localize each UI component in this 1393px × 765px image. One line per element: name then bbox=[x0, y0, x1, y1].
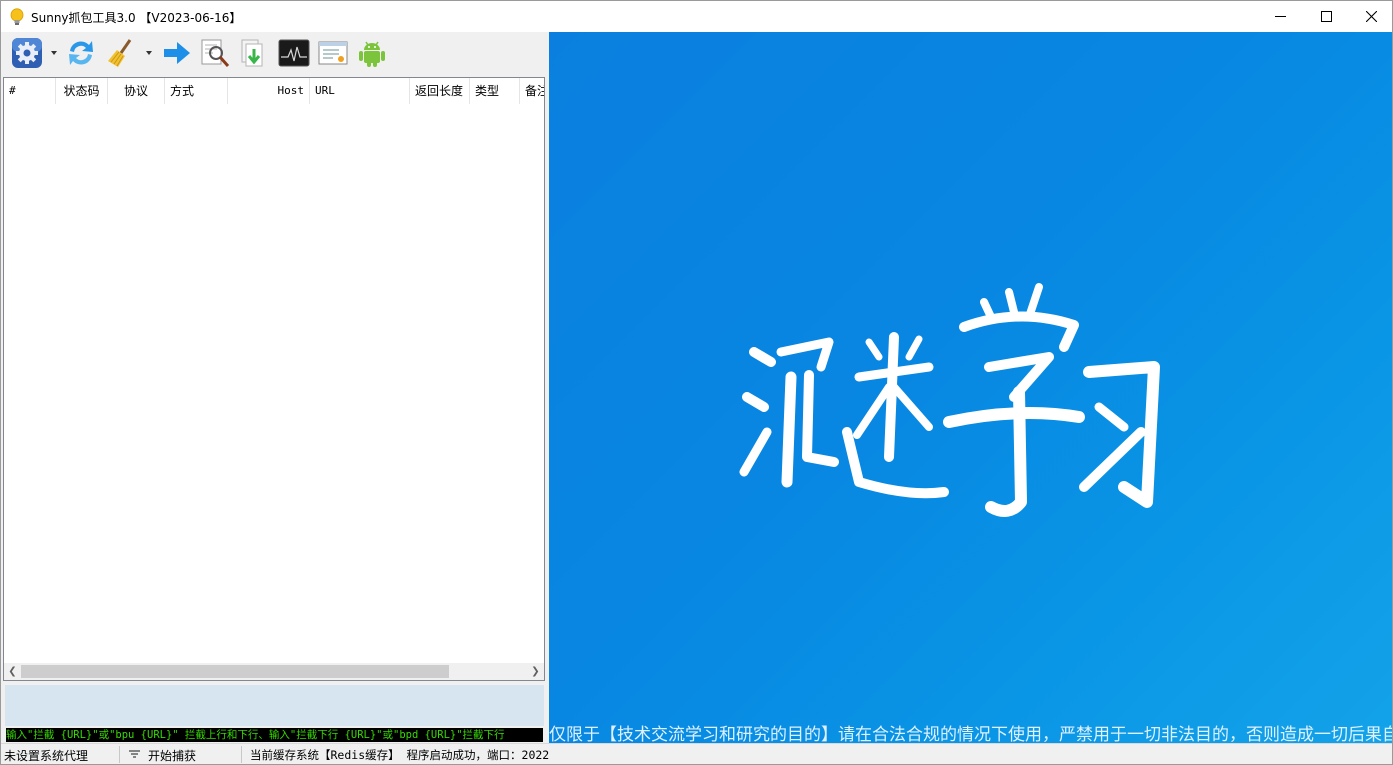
calligraphy-logo bbox=[739, 283, 1160, 517]
download-button[interactable] bbox=[238, 37, 270, 69]
horizontal-scrollbar[interactable]: ❮ ❯ bbox=[4, 663, 544, 680]
status-bar: 未设置系统代理 开始捕获 当前缓存系统【Redis缓存】 程序启动成功，端口：2… bbox=[1, 743, 1392, 764]
disclaimer-text: 仅限于【技术交流学习和研究的目的】请在合法合规的情况下使用，严禁用于一切非法目的… bbox=[549, 725, 1392, 743]
android-button[interactable] bbox=[356, 37, 388, 69]
col-header-protocol[interactable]: 协议 bbox=[108, 78, 165, 104]
list-header: # 状态码 协议 方式 Host URL 返回长度 类型 备注 bbox=[4, 78, 544, 104]
command-input[interactable]: 输入"拦截 {URL}"或"bpu {URL}" 拦截上行和下行、输入"拦截下行… bbox=[6, 728, 543, 742]
filter-panel[interactable] bbox=[5, 685, 544, 726]
magnifier-icon bbox=[201, 39, 230, 67]
settings-button[interactable] bbox=[11, 37, 43, 69]
col-header-type[interactable]: 类型 bbox=[470, 78, 520, 104]
refresh-button[interactable] bbox=[65, 37, 97, 69]
search-button[interactable] bbox=[199, 37, 231, 69]
lightbulb-icon bbox=[10, 8, 24, 25]
refresh-icon bbox=[69, 41, 93, 65]
col-header-remark[interactable]: 备注 bbox=[520, 78, 544, 104]
window-title: Sunny抓包工具3.0 【V2023-06-16】 bbox=[31, 11, 242, 25]
splash-panel: 仅限于【技术交流学习和研究的目的】请在合法合规的情况下使用，严禁用于一切非法目的… bbox=[549, 32, 1392, 743]
status-info: 当前缓存系统【Redis缓存】 程序启动成功，端口：2022 bbox=[250, 748, 550, 762]
monitor-icon bbox=[278, 39, 310, 67]
status-divider bbox=[119, 746, 120, 763]
capture-toggle[interactable]: 开始捕获 bbox=[148, 747, 196, 764]
col-header-status[interactable]: 状态码 bbox=[56, 78, 108, 104]
toolbar bbox=[1, 32, 549, 77]
clear-dropdown-icon[interactable] bbox=[145, 49, 153, 57]
col-header-method[interactable]: 方式 bbox=[165, 78, 228, 104]
title-bar: Sunny抓包工具3.0 【V2023-06-16】 bbox=[1, 1, 1392, 32]
forward-button[interactable] bbox=[161, 37, 193, 69]
close-button[interactable] bbox=[1348, 1, 1393, 32]
certificate-button[interactable] bbox=[317, 37, 349, 69]
filter-icon bbox=[129, 750, 140, 758]
app-window: Sunny抓包工具3.0 【V2023-06-16】 # 状态码 协议 方式 H… bbox=[0, 0, 1393, 765]
monitor-button[interactable] bbox=[278, 37, 310, 69]
minimize-button[interactable] bbox=[1257, 1, 1303, 32]
clear-button[interactable] bbox=[105, 37, 137, 69]
status-divider bbox=[241, 746, 242, 763]
maximize-icon bbox=[1320, 11, 1332, 22]
broom-icon bbox=[108, 39, 132, 67]
settings-dropdown-icon[interactable] bbox=[50, 49, 58, 57]
col-header-index[interactable]: # bbox=[4, 78, 56, 104]
scroll-left-icon[interactable]: ❮ bbox=[4, 663, 21, 680]
certificate-icon bbox=[318, 41, 348, 65]
download-icon bbox=[241, 39, 263, 67]
col-header-host[interactable]: Host bbox=[228, 78, 310, 104]
scroll-right-icon[interactable]: ❯ bbox=[527, 663, 544, 680]
gear-icon bbox=[12, 38, 42, 68]
maximize-button[interactable] bbox=[1303, 1, 1349, 32]
android-icon bbox=[359, 41, 385, 67]
col-header-length[interactable]: 返回长度 bbox=[410, 78, 470, 104]
col-header-url[interactable]: URL bbox=[310, 78, 410, 104]
proxy-status[interactable]: 未设置系统代理 bbox=[4, 747, 88, 764]
session-list[interactable]: # 状态码 协议 方式 Host URL 返回长度 类型 备注 ❮ ❯ bbox=[3, 77, 545, 681]
minimize-icon bbox=[1274, 16, 1286, 17]
close-icon bbox=[1365, 11, 1377, 22]
scrollbar-thumb[interactable] bbox=[21, 665, 449, 678]
arrow-right-icon bbox=[164, 42, 190, 64]
